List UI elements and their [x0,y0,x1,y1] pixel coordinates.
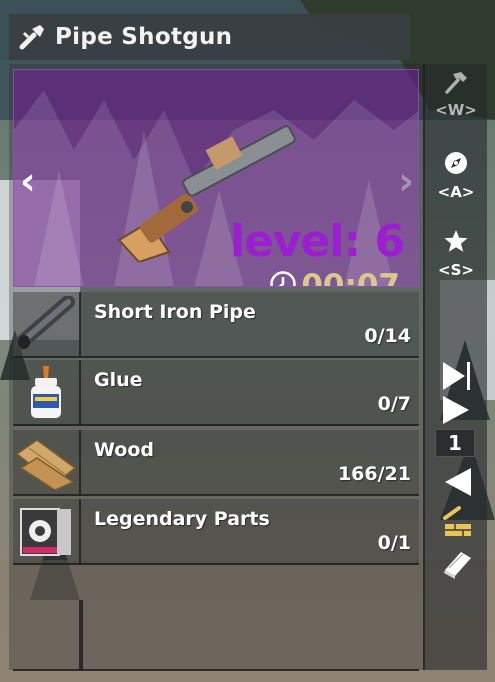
craft-action[interactable]: <W> [425,70,487,119]
track-key: <A> [437,183,475,201]
next-item-button[interactable]: › [398,162,414,200]
ingredient-row[interactable]: Short Iron Pipe 0/14 [13,292,419,358]
ingredient-row[interactable]: Legendary Parts 0/1 [13,499,419,565]
compass-icon [443,150,469,181]
ingredient-count: 0/1 [377,532,411,554]
previous-item-button[interactable]: ‹ [20,162,36,200]
short-iron-pipe-icon [13,292,81,356]
empty-slot-icon [13,600,81,670]
craft-timer: 00:07 [269,268,400,287]
clock-icon [269,270,297,286]
workbench-icon[interactable] [441,506,473,543]
ingredient-count: 0/14 [364,325,411,347]
ingredient-name: Short Iron Pipe [94,301,256,323]
ingredient-name: Legendary Parts [94,508,270,530]
divider [13,669,419,671]
page-title: Pipe Shotgun [55,24,233,50]
ingredient-name: Glue [94,369,143,391]
wood-planks-icon [13,430,81,494]
ingredient-row[interactable]: Wood 166/21 [13,430,419,496]
star-icon [443,228,469,259]
favorite-key: <S> [438,261,474,279]
track-action[interactable]: <A> [425,150,487,201]
quantity-field[interactable]: 1 [435,429,475,457]
craft-time: 00:07 [301,268,400,287]
title-bar: Pipe Shotgun [9,14,410,60]
item-preview: ‹ › level: 6 00:07 [13,69,419,287]
ingredient-count: 166/21 [337,463,411,485]
wrench-hammer-icon [9,14,55,60]
favorite-action[interactable]: <S> [425,228,487,279]
legendary-parts-icon [13,499,81,563]
ingredient-row[interactable]: Glue 0/7 [13,360,419,426]
play-right-icon[interactable] [441,394,473,431]
play-left-icon[interactable] [441,466,473,503]
ingredient-count: 0/7 [377,393,411,415]
book-icon[interactable] [441,548,473,585]
divider [81,600,83,670]
fast-forward-max-icon[interactable] [441,360,473,397]
hammer-icon [443,70,469,99]
item-level: level: 6 [229,216,405,267]
glue-bottle-icon [13,360,81,424]
craft-key: <W> [435,101,477,119]
ingredient-name: Wood [94,439,154,461]
action-column: <W> <A> <S> 1 [423,64,487,670]
empty-ingredient-slot [13,600,419,670]
